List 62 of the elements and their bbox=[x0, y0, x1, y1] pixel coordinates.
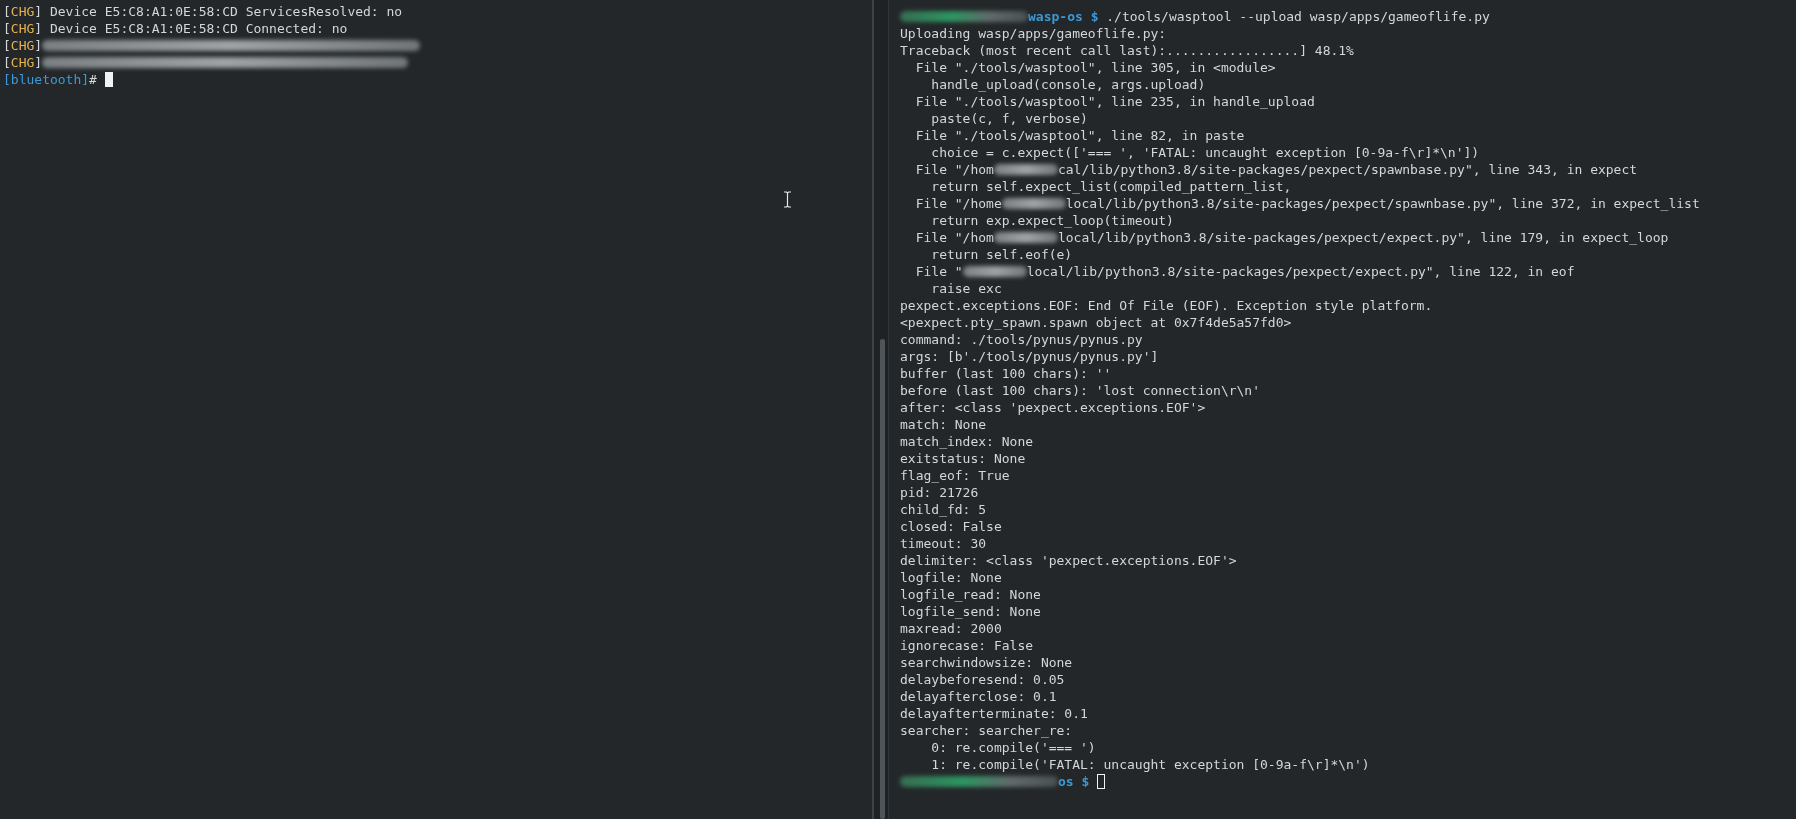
terminal-text: [CHG] Device E5:C8:A1:0E:58:CD Connected: no bbox=[3, 20, 348, 37]
terminal-text: return self.eof(e) bbox=[930, 246, 1073, 263]
terminal-text: timeout: 30 bbox=[900, 535, 987, 552]
terminal-text: searchwindowsize: None bbox=[900, 654, 1073, 671]
terminal-text: before (last 100 chars): 'lost connection\r\n' bbox=[900, 382, 1261, 399]
terminal-text: [CHG] bbox=[3, 37, 43, 54]
terminal-text: after: <class 'pexpect.exceptions.EOF'> bbox=[900, 399, 1206, 416]
terminal-text: <pexpect.pty_spawn.spawn object at 0x7f4de5a57fd0> bbox=[900, 314, 1292, 331]
terminal-text: command: ./tools/pynus/pynus.py bbox=[900, 331, 1143, 348]
prompt-text: [bluetooth]# bbox=[3, 71, 98, 88]
terminal-text: local/lib/python3.8/site-packages/pexpect/expect.py", line 179, in expect_loop bbox=[1057, 229, 1669, 246]
terminal-text: paste(c, f, verbose) bbox=[930, 110, 1088, 127]
terminal-text: File "./tools/wasptool", line 305, in <module> bbox=[914, 59, 1276, 76]
terminal-text: pid: 21726 bbox=[900, 484, 979, 501]
terminal-text: handle_upload(console, args.upload) bbox=[930, 76, 1206, 93]
terminal-text: 1: re.compile('FATAL: uncaught exception [0-9a-f\r]*\n') bbox=[930, 756, 1370, 773]
terminal-text: File "./tools/wasptool", line 82, in paste bbox=[914, 127, 1245, 144]
terminal-text: Uploading wasp/apps/gameoflife.py: bbox=[900, 25, 1167, 42]
prompt-text: os $ bbox=[1058, 773, 1090, 790]
terminal-text: File "/hom bbox=[914, 229, 994, 246]
terminal-text: logfile_send: None bbox=[900, 603, 1041, 620]
terminal-text: 0: re.compile('=== ') bbox=[930, 739, 1096, 756]
terminal-text: flag_eof: True bbox=[900, 467, 1010, 484]
terminal-text: exitstatus: None bbox=[900, 450, 1026, 467]
terminal-text: [CHG] bbox=[3, 54, 43, 71]
terminal-text: child_fd: 5 bbox=[900, 501, 987, 518]
terminal-text: return self.expect_list(compiled_pattern_list, bbox=[930, 178, 1292, 195]
terminal-text: Traceback (most recent call last):.................] 48.1% bbox=[900, 42, 1354, 59]
terminal-text: choice = c.expect(['=== ', 'FATAL: uncaught exception [0-9a-f\r]*\n']) bbox=[930, 144, 1480, 161]
command-text: ./tools/wasptool --upload wasp/apps/gameoflife.py bbox=[1105, 8, 1490, 25]
terminal-text: delayafterterminate: 0.1 bbox=[900, 705, 1088, 722]
terminal-text: return exp.expect_loop(timeout) bbox=[930, 212, 1174, 229]
redaction-smudge bbox=[993, 164, 1058, 175]
terminal-text: local/lib/python3.8/site-packages/pexpect/spawnbase.py", line 372, in expect_list bbox=[1065, 195, 1700, 212]
terminal-text: buffer (last 100 chars): '' bbox=[900, 365, 1112, 382]
terminal-text: searcher: searcher_re: bbox=[900, 722, 1073, 739]
prompt-text: wasp-os $ bbox=[1028, 8, 1099, 25]
terminal-text: pexpect.exceptions.EOF: End Of File (EOF). Exception style platform. bbox=[900, 297, 1433, 314]
terminal-text: File "/hom bbox=[914, 161, 994, 178]
terminal-text: File "/home bbox=[914, 195, 1002, 212]
terminal-text: closed: False bbox=[900, 518, 1002, 535]
terminal-text: delimiter: <class 'pexpect.exceptions.EOF'> bbox=[900, 552, 1237, 569]
terminal-text: match_index: None bbox=[900, 433, 1034, 450]
terminal-text: [CHG] Device E5:C8:A1:0E:58:CD ServicesResolved: no bbox=[3, 3, 403, 20]
text-cursor-icon bbox=[783, 191, 792, 208]
terminal-text: cal/lib/python3.8/site-packages/pexpect/spawnbase.py", line 343, in expect bbox=[1057, 161, 1638, 178]
terminal-text: raise exc bbox=[930, 280, 1002, 297]
terminal-text: File " bbox=[914, 263, 963, 280]
terminal-text: File "./tools/wasptool", line 235, in handle_upload bbox=[914, 93, 1315, 110]
terminal-text: match: None bbox=[900, 416, 987, 433]
redaction-smudge bbox=[993, 232, 1058, 243]
terminal-text: logfile_read: None bbox=[900, 586, 1041, 603]
terminal-text: logfile: None bbox=[900, 569, 1002, 586]
terminal-text: maxread: 2000 bbox=[900, 620, 1002, 637]
redaction-smudge bbox=[962, 266, 1027, 277]
redaction-smudge bbox=[1001, 198, 1066, 209]
terminal-text: ignorecase: False bbox=[900, 637, 1034, 654]
scrollbar-thumb[interactable] bbox=[880, 339, 885, 819]
terminal-text: delaybeforesend: 0.05 bbox=[900, 671, 1065, 688]
terminal-text: delayafterclose: 0.1 bbox=[900, 688, 1057, 705]
terminal-text: local/lib/python3.8/site-packages/pexpect/expect.py", line 122, in eof bbox=[1026, 263, 1575, 280]
terminal-text: args: [b'./tools/pynus/pynus.py'] bbox=[900, 348, 1159, 365]
